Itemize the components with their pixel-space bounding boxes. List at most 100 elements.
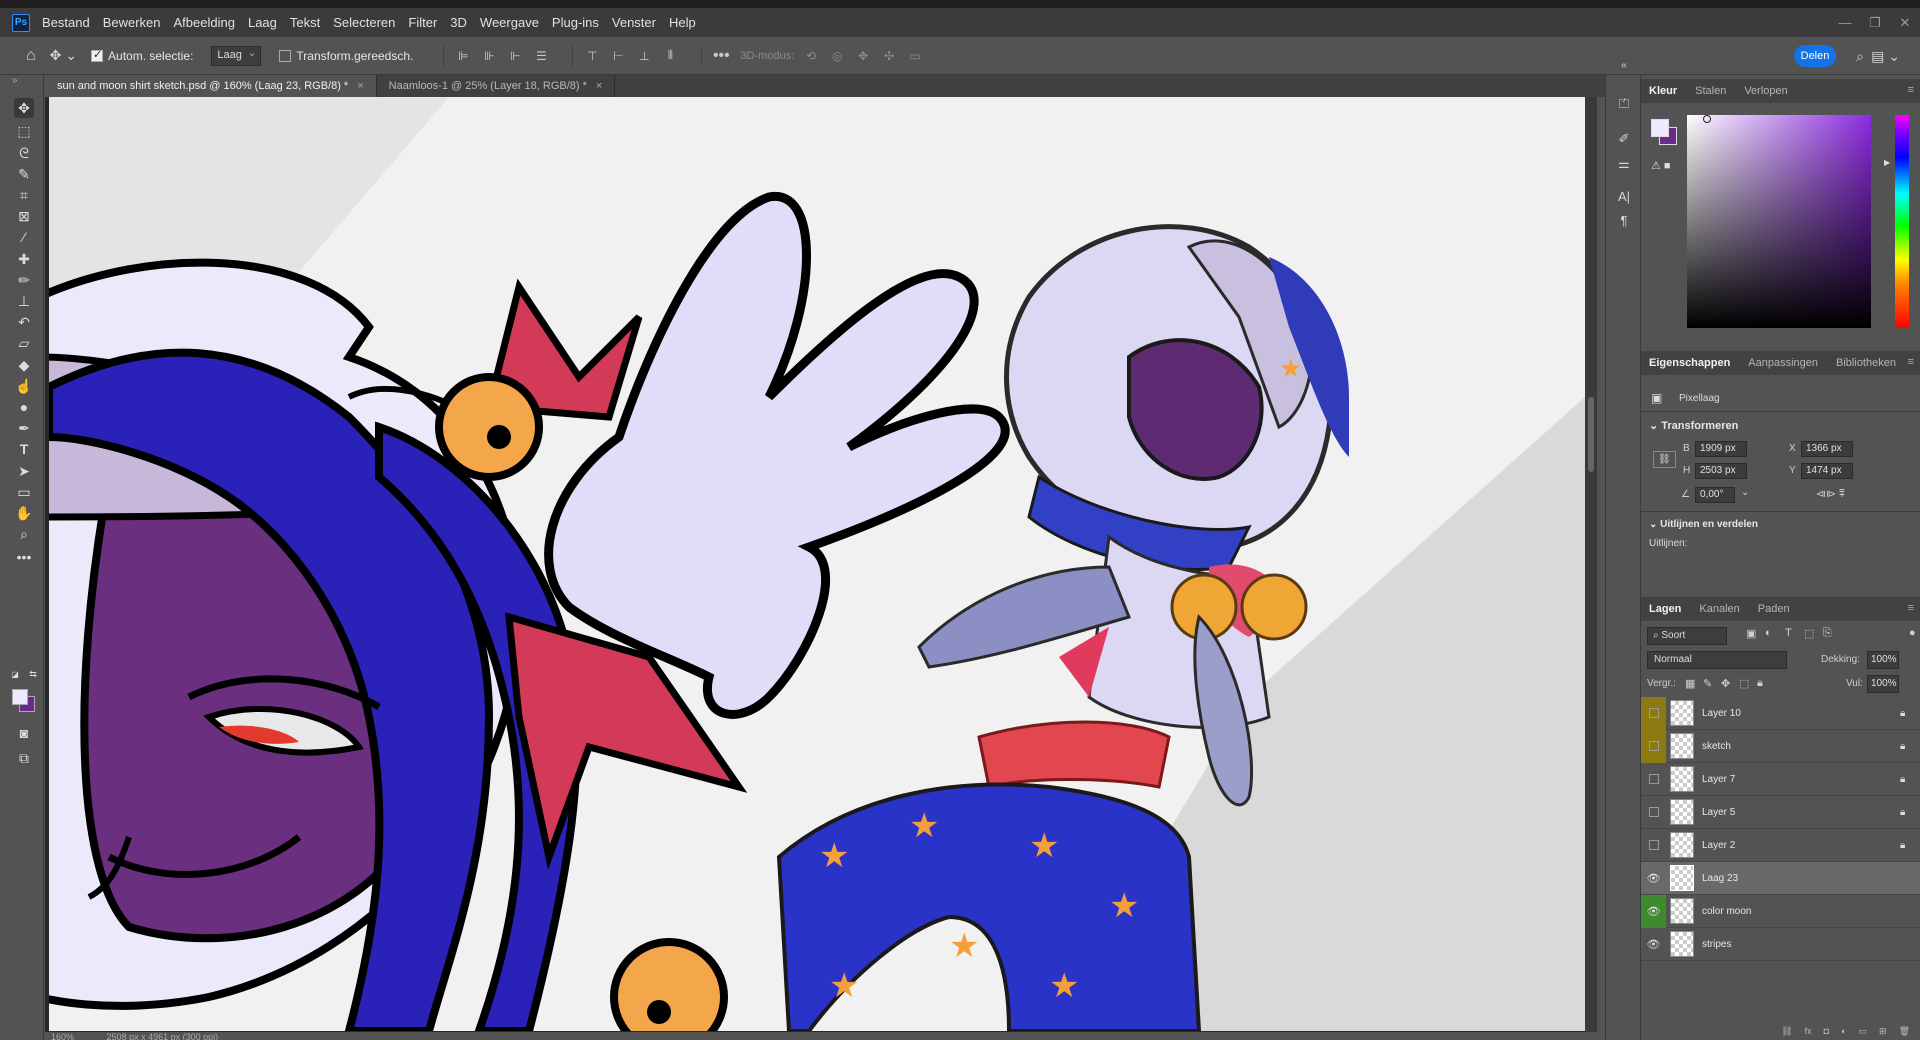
share-button[interactable]: Delen (1794, 45, 1836, 67)
layer-name[interactable]: Layer 5 (1702, 807, 1900, 818)
more-options-icon[interactable]: ••• (713, 47, 730, 64)
crop-tool-icon[interactable]: ⌗ (14, 185, 34, 205)
lock-all-icon[interactable]: 🔒︎ (1757, 677, 1763, 690)
layer-thumbnail[interactable] (1670, 799, 1694, 825)
marquee-tool-icon[interactable]: ⬚ (14, 121, 34, 141)
opacity-field[interactable]: 100% (1867, 651, 1899, 669)
layer-row[interactable]: 👁︎ stripes (1641, 928, 1920, 961)
y-field[interactable]: 1474 px (1801, 463, 1853, 479)
doc-tab-naamloos[interactable]: Naamloos-1 @ 25% (Layer 18, RGB/8) * × (377, 75, 616, 97)
search-icon[interactable]: ⌕ (1856, 48, 1864, 65)
healing-brush-tool-icon[interactable]: ✚ (14, 249, 34, 269)
menu-afbeelding[interactable]: Afbeelding (174, 15, 235, 30)
minimize-icon[interactable]: — (1830, 8, 1860, 37)
quick-mask-icon[interactable]: ◙ (14, 723, 34, 743)
transform-section-toggle[interactable]: ⌄ Transformeren (1649, 419, 1738, 432)
new-layer-icon[interactable]: ⊞ (1879, 1026, 1887, 1040)
x-field[interactable]: 1366 px (1801, 441, 1853, 457)
eraser-tool-icon[interactable]: ▱ (14, 333, 34, 353)
rectangle-tool-icon[interactable]: ▭ (14, 482, 34, 502)
path-select-tool-icon[interactable]: ➤ (14, 461, 34, 481)
workspace-icon[interactable]: ▤ ⌄ (1871, 48, 1900, 65)
angle-field[interactable]: 0,00° (1695, 487, 1735, 503)
layer-thumbnail[interactable] (1670, 865, 1694, 891)
height-field[interactable]: 2503 px (1695, 463, 1747, 479)
panel-menu-icon[interactable]: ≡ (1908, 602, 1914, 614)
layer-thumbnail[interactable] (1670, 766, 1694, 792)
auto-select-dropdown[interactable]: Laag (211, 45, 262, 66)
scrollbar-thumb[interactable] (1588, 397, 1594, 472)
hand-tool-icon[interactable]: ✋ (14, 503, 34, 523)
align-center-h-icon[interactable]: ⊪ (482, 49, 496, 63)
filter-toggle-icon[interactable]: ● (1909, 627, 1916, 639)
3d-camera-icon[interactable]: ▭ (908, 49, 922, 63)
menu-filter[interactable]: Filter (408, 15, 437, 30)
layer-name[interactable]: Laag 23 (1702, 873, 1920, 884)
tab-eigenschappen[interactable]: Eigenschappen (1649, 357, 1730, 369)
3d-pan-icon[interactable]: ✥ (856, 49, 870, 63)
3d-roll-icon[interactable]: ◎ (830, 49, 844, 63)
layer-style-icon[interactable]: fx (1805, 1026, 1812, 1040)
visibility-toggle[interactable] (1641, 796, 1666, 829)
menu-selecteren[interactable]: Selecteren (333, 15, 395, 30)
align-section-toggle[interactable]: ⌄ Uitlijnen en verdelen (1649, 519, 1758, 530)
layer-row[interactable]: sketch 🔒︎ (1641, 729, 1920, 763)
adjustment-layer-icon[interactable]: ◐ (1841, 1026, 1846, 1040)
frame-tool-icon[interactable]: ⊠ (14, 206, 34, 226)
menu-3d[interactable]: 3D (450, 15, 467, 30)
align-right-icon[interactable]: ⊩ (508, 49, 522, 63)
layer-kind-filter[interactable]: ⌕ Soort (1647, 627, 1727, 645)
layer-row-selected[interactable]: 👁︎ Laag 23 (1641, 862, 1920, 895)
3d-slide-icon[interactable]: ✣ (882, 49, 896, 63)
lock-position-icon[interactable]: ✥ (1721, 677, 1730, 690)
type-tool-icon[interactable]: T (14, 439, 34, 459)
menu-plug-ins[interactable]: Plug-ins (552, 15, 599, 30)
swap-colors-icon[interactable]: ⇆ (28, 669, 38, 679)
menu-laag[interactable]: Laag (248, 15, 277, 30)
layer-name[interactable]: color moon (1702, 906, 1920, 917)
smudge-tool-icon[interactable]: ☝ (14, 376, 34, 396)
tab-lagen[interactable]: Lagen (1649, 603, 1681, 615)
layer-thumbnail[interactable] (1670, 832, 1694, 858)
screen-mode-icon[interactable]: ⧉ (14, 748, 34, 768)
move-tool-preset-icon[interactable]: ✥ ⌄ (50, 47, 77, 64)
pen-tool-icon[interactable]: ✒ (14, 418, 34, 438)
blend-mode-dropdown[interactable]: Normaal (1647, 651, 1787, 669)
zoom-tool-icon[interactable]: ⌕ (14, 524, 34, 544)
close-tab-icon[interactable]: × (357, 80, 363, 92)
menu-bestand[interactable]: Bestand (42, 15, 90, 30)
brush-tool-icon[interactable]: ✏ (14, 270, 34, 290)
color-picker-cursor[interactable] (1703, 115, 1711, 123)
move-tool-icon[interactable]: ✥ (14, 98, 34, 118)
layer-row[interactable]: Layer 5 🔒︎ (1641, 796, 1920, 829)
menu-tekst[interactable]: Tekst (290, 15, 320, 30)
tab-kanalen[interactable]: Kanalen (1699, 603, 1739, 615)
lock-pixels-icon[interactable]: ✎ (1703, 677, 1712, 690)
foreground-color-swatch[interactable] (12, 689, 28, 705)
canvas-vertical-scrollbar[interactable] (1585, 97, 1597, 1032)
default-colors-icon[interactable]: ◪ (10, 669, 20, 679)
lock-transparent-icon[interactable]: ▦ (1685, 677, 1695, 690)
edit-toolbar-icon[interactable]: ••• (14, 547, 34, 567)
align-top-icon[interactable]: ⊤ (585, 49, 599, 63)
panel-menu-icon[interactable]: ≡ (1908, 356, 1914, 368)
close-tab-icon[interactable]: × (596, 80, 602, 92)
dodge-tool-icon[interactable]: ● (14, 397, 34, 417)
3d-orbit-icon[interactable]: ⟲ (804, 49, 818, 63)
flip-horizontal-icon[interactable]: ⧏⧐ (1816, 489, 1836, 500)
eyedropper-tool-icon[interactable]: ⁄ (14, 227, 34, 247)
link-layers-icon[interactable]: ⛓ (1781, 1026, 1792, 1040)
collapse-dock-icon[interactable]: « (1615, 56, 1633, 74)
layer-name[interactable]: Layer 7 (1702, 774, 1900, 785)
layer-name[interactable]: sketch (1702, 741, 1900, 752)
filter-pixel-icon[interactable]: ▣ (1746, 627, 1756, 640)
layer-thumbnail[interactable] (1670, 931, 1694, 957)
hue-slider-arrow-icon[interactable]: ▶ (1884, 158, 1890, 167)
align-left-icon[interactable]: ⊫ (456, 49, 470, 63)
layer-row[interactable]: Layer 7 🔒︎ (1641, 763, 1920, 796)
distribute-icon[interactable]: ☰ (534, 49, 548, 63)
layer-name[interactable]: stripes (1702, 939, 1920, 950)
visibility-toggle[interactable] (1641, 829, 1666, 862)
new-group-icon[interactable]: ▭ (1859, 1026, 1868, 1040)
stamp-tool-icon[interactable]: ⊥ (14, 291, 34, 311)
